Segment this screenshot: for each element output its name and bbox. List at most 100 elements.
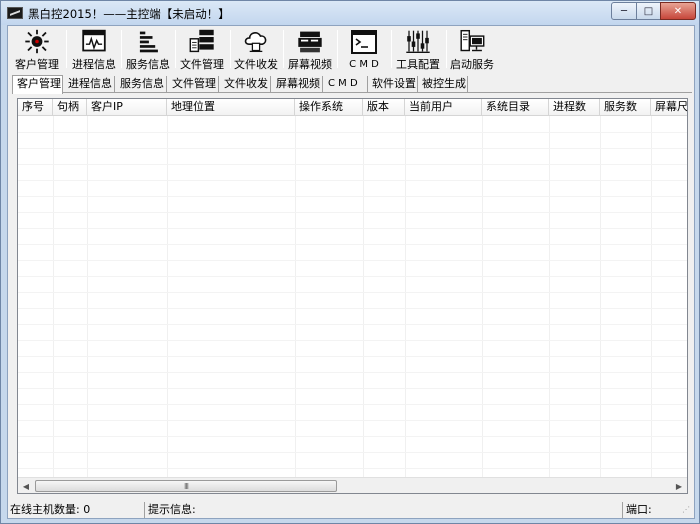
grid-row-line (18, 148, 687, 149)
toolbar-label: C M D (349, 59, 379, 70)
grid-row-line (18, 388, 687, 389)
toolbar-label: 启动服务 (450, 58, 494, 71)
screen-video-icon (298, 31, 322, 53)
column-header-handle[interactable]: 句柄 (53, 99, 87, 115)
column-header-process-count[interactable]: 进程数 (549, 99, 600, 115)
grid-column-line (53, 116, 54, 479)
toolbar-cmd-button[interactable]: C M D (338, 28, 390, 72)
toolbar-service-info-button[interactable]: 服务信息 (122, 28, 174, 72)
toolbar-label: 文件管理 (180, 58, 224, 71)
grid-column-line (87, 116, 88, 479)
grid-row-line (18, 340, 687, 341)
grid-row-line (18, 132, 687, 133)
toolbar-label: 服务信息 (126, 58, 170, 71)
toolbar-screen-video-button[interactable]: 屏幕视频 (284, 28, 336, 72)
column-header-system-dir[interactable]: 系统目录 (482, 99, 549, 115)
tab-software-settings[interactable]: 软件设置 (368, 76, 418, 93)
column-header-index[interactable]: 序号 (18, 99, 53, 115)
grid-row-line (18, 468, 687, 469)
resize-grip-icon[interactable]: ⋰ (682, 505, 693, 516)
grid-row-line (18, 260, 687, 261)
toolbar: 客户管理 进程信息 服务信息 文件管理 文件收发 屏幕视频 C M D 工具配置… (8, 26, 694, 74)
tab-screen-video[interactable]: 屏幕视频 (272, 76, 323, 93)
status-bar: 在线主机数量: 0 提示信息: 端口: ⋰ (8, 502, 694, 518)
grid-row-line (18, 324, 687, 325)
window-title: 黑白控2015！——主控端【未启动！】 (28, 7, 230, 21)
tab-build-client[interactable]: 被控生成 (418, 76, 468, 93)
grid-column-line (405, 116, 406, 479)
grid-row-line (18, 372, 687, 373)
toolbar-label: 客户管理 (15, 58, 59, 71)
toolbar-label: 屏幕视频 (288, 58, 332, 71)
scroll-left-icon[interactable]: ◀ (18, 478, 34, 494)
grid-row-line (18, 180, 687, 181)
column-header-service-count[interactable]: 服务数 (600, 99, 651, 115)
grid-column-line (549, 116, 550, 479)
process-info-icon (82, 29, 106, 52)
grid-row-line (18, 292, 687, 293)
minimize-button[interactable]: ─ (611, 2, 637, 20)
grid-row-line (18, 308, 687, 309)
scroll-thumb[interactable]: III (35, 480, 337, 492)
grid-row-line (18, 196, 687, 197)
column-header-os[interactable]: 操作系统 (295, 99, 363, 115)
column-header-version[interactable]: 版本 (363, 99, 405, 115)
toolbar-label: 进程信息 (72, 58, 116, 71)
scroll-right-icon[interactable]: ▶ (671, 478, 687, 494)
grid-row-line (18, 404, 687, 405)
toolbar-label: 工具配置 (396, 58, 440, 71)
toolbar-file-transfer-button[interactable]: 文件收发 (230, 28, 282, 72)
file-transfer-icon (244, 32, 267, 53)
toolbar-start-service-button[interactable]: 启动服务 (446, 28, 498, 72)
tab-bar: 客户管理 进程信息 服务信息 文件管理 文件收发 屏幕视频 C M D 软件设置… (12, 75, 692, 94)
column-header-location[interactable]: 地理位置 (167, 99, 295, 115)
tab-service-info[interactable]: 服务信息 (116, 76, 167, 93)
hint-status: 提示信息: (146, 502, 623, 518)
grid-row-line (18, 436, 687, 437)
grid-row-line (18, 452, 687, 453)
grid-row-line (18, 228, 687, 229)
start-service-icon (460, 29, 485, 52)
grid-column-line (600, 116, 601, 479)
tab-client-manage[interactable]: 客户管理 (12, 75, 63, 94)
client-list[interactable]: 序号 句柄 客户IP 地理位置 操作系统 版本 当前用户 系统目录 进程数 服务… (17, 98, 688, 494)
grid-row-line (18, 276, 687, 277)
toolbar-file-manage-button[interactable]: 文件管理 (176, 28, 228, 72)
list-header: 序号 句柄 客户IP 地理位置 操作系统 版本 当前用户 系统目录 进程数 服务… (18, 99, 687, 116)
grid-column-line (482, 116, 483, 479)
grid-column-line (363, 116, 364, 479)
horizontal-scrollbar[interactable]: ◀ III ▶ (18, 477, 687, 493)
title-bar[interactable]: 黑白控2015！——主控端【未启动！】 ─ □ ✕ (1, 1, 699, 25)
toolbar-label: 文件收发 (234, 58, 278, 71)
grid-column-line (167, 116, 168, 479)
service-info-icon (139, 31, 158, 53)
grid-row-line (18, 244, 687, 245)
tab-file-transfer[interactable]: 文件收发 (220, 76, 271, 93)
tab-process-info[interactable]: 进程信息 (64, 76, 115, 93)
grid-column-line (651, 116, 652, 479)
tab-cmd[interactable]: C M D (324, 76, 368, 93)
tab-file-manage[interactable]: 文件管理 (168, 76, 219, 93)
column-header-screen-size[interactable]: 屏幕尺 (651, 99, 687, 115)
toolbar-tool-config-button[interactable]: 工具配置 (392, 28, 444, 72)
close-button[interactable]: ✕ (660, 2, 696, 20)
grid-row-line (18, 356, 687, 357)
column-header-current-user[interactable]: 当前用户 (405, 99, 482, 115)
file-manage-icon (189, 29, 214, 53)
client-manage-icon (25, 29, 49, 54)
column-header-client-ip[interactable]: 客户IP (87, 99, 167, 115)
online-count-status: 在线主机数量: 0 (8, 502, 145, 518)
grid-row-line (18, 212, 687, 213)
grid-row-line (18, 164, 687, 165)
port-status: 端口: (626, 503, 652, 516)
grid-column-line (295, 116, 296, 479)
toolbar-process-info-button[interactable]: 进程信息 (68, 28, 120, 72)
tool-config-icon (406, 30, 430, 54)
maximize-button[interactable]: □ (636, 2, 661, 20)
cmd-icon (351, 30, 377, 54)
client-area: 客户管理 进程信息 服务信息 文件管理 文件收发 屏幕视频 C M D 工具配置… (7, 25, 695, 519)
app-icon[interactable] (7, 7, 23, 19)
grid-row-line (18, 420, 687, 421)
toolbar-client-manage-button[interactable]: 客户管理 (11, 28, 63, 72)
main-window: 黑白控2015！——主控端【未启动！】 ─ □ ✕ 客户管理 进程信息 服务信息… (0, 0, 700, 524)
